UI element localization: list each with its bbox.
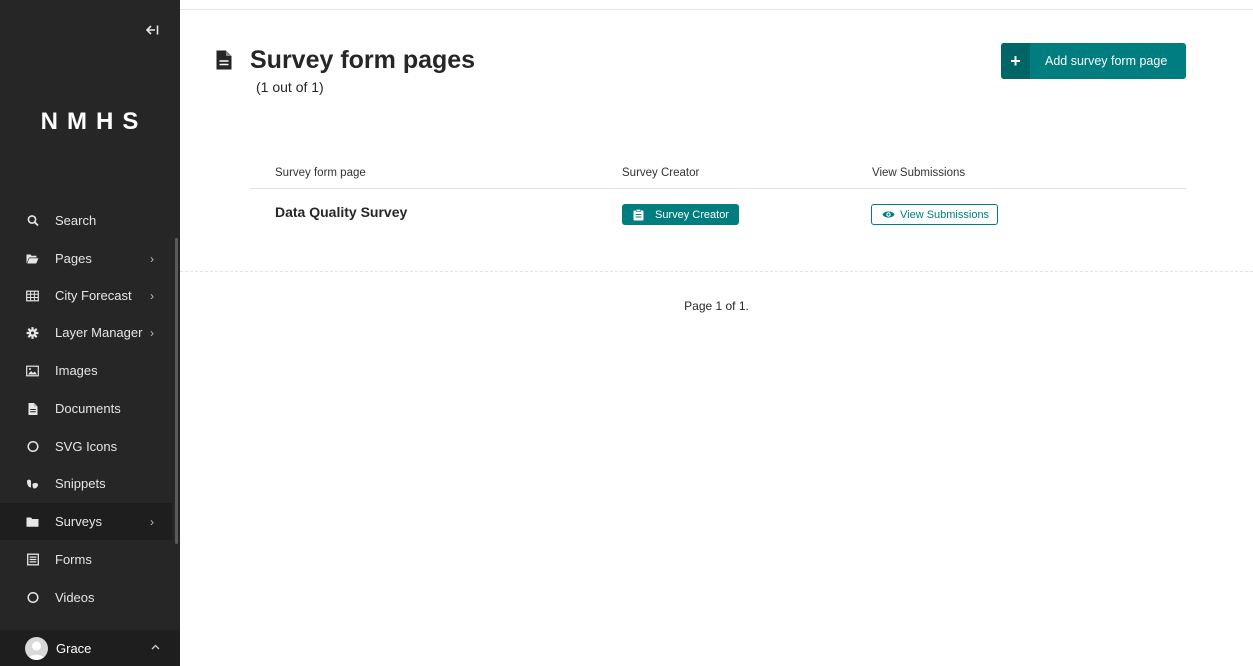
chevron-up-icon: [151, 641, 160, 653]
sidebar-scrollbar[interactable]: [175, 238, 178, 544]
circle-icon: [26, 440, 39, 453]
search-icon: [26, 214, 39, 227]
sidebar-item-label: Documents: [55, 401, 121, 416]
sidebar-item-label: Forms: [55, 552, 92, 567]
table-footer-divider: [180, 271, 1253, 272]
sidebar-item-search[interactable]: Search: [0, 202, 172, 239]
survey-title-link[interactable]: Data Quality Survey: [275, 204, 407, 220]
column-header-survey-form-page[interactable]: Survey form page: [275, 167, 366, 179]
sidebar-item-label: Layer Manager: [55, 325, 143, 340]
sidebar-item-city-forecast[interactable]: City Forecast ›: [0, 277, 172, 314]
sidebar-item-label: City Forecast: [55, 288, 132, 303]
column-header-view-submissions: View Submissions: [872, 167, 966, 179]
sidebar-item-label: Images: [55, 363, 98, 378]
image-icon: [26, 364, 39, 377]
result-count: (1 out of 1): [256, 79, 324, 95]
document-icon: [26, 402, 39, 415]
snippet-icon: [26, 477, 39, 490]
site-logo[interactable]: NMHS: [0, 108, 180, 136]
arrow-left-to-line-icon: [145, 25, 159, 35]
plus-icon: +: [1001, 43, 1030, 79]
chevron-right-icon: ›: [150, 251, 154, 266]
sidebar-item-label: Videos: [55, 590, 95, 605]
folder-icon: [26, 515, 39, 528]
sidebar-item-surveys[interactable]: Surveys ›: [0, 503, 172, 540]
circle-icon: [26, 591, 39, 604]
survey-creator-button[interactable]: Survey Creator: [622, 204, 739, 225]
header-divider: [180, 9, 1253, 10]
sidebar-item-label: SVG Icons: [55, 439, 118, 454]
table-icon: [26, 289, 39, 302]
add-survey-form-page-button[interactable]: + Add survey form page: [1001, 43, 1186, 79]
sidebar-item-pages[interactable]: Pages ›: [0, 240, 172, 277]
sidebar-item-forms[interactable]: Forms: [0, 541, 172, 578]
account-menu[interactable]: Grace: [0, 630, 180, 666]
pagination-status: Page 1 of 1.: [684, 299, 749, 313]
eye-icon: [882, 211, 895, 218]
sidebar-item-layer-manager[interactable]: Layer Manager ›: [0, 314, 172, 351]
avatar: [25, 636, 48, 660]
sidebar-item-documents[interactable]: Documents: [0, 390, 172, 427]
survey-creator-label: Survey Creator: [655, 208, 729, 221]
account-name: Grace: [56, 640, 92, 656]
column-header-survey-creator: Survey Creator: [622, 167, 700, 179]
clipboard-icon: [633, 208, 644, 220]
sidebar-item-label: Snippets: [55, 476, 106, 491]
user-avatar-icon: [28, 641, 45, 660]
sidebar-item-videos[interactable]: Videos: [0, 579, 172, 616]
view-submissions-label: View Submissions: [900, 208, 990, 221]
collapse-sidebar-button[interactable]: [142, 20, 162, 40]
cog-icon: [26, 326, 39, 339]
sidebar-item-images[interactable]: Images: [0, 352, 172, 389]
folder-open-icon: [26, 252, 39, 265]
sidebar-item-snippets[interactable]: Snippets: [0, 465, 172, 502]
sidebar-item-svg-icons[interactable]: SVG Icons: [0, 428, 172, 465]
sidebar-item-label: Pages: [55, 251, 92, 266]
sidebar: NMHS Search Pages › City Forecast › Laye…: [0, 0, 180, 666]
chevron-right-icon: ›: [150, 514, 154, 529]
page-title: Survey form pages: [250, 46, 476, 74]
table-header-divider: [250, 188, 1186, 189]
form-icon: [26, 553, 39, 566]
sidebar-item-label: Search: [55, 213, 97, 228]
document-icon: [216, 50, 232, 70]
add-button-label: Add survey form page: [1045, 54, 1168, 68]
chevron-right-icon: ›: [150, 325, 154, 340]
view-submissions-button[interactable]: View Submissions: [871, 204, 998, 225]
chevron-right-icon: ›: [150, 288, 154, 303]
sidebar-item-label: Surveys: [55, 514, 102, 529]
